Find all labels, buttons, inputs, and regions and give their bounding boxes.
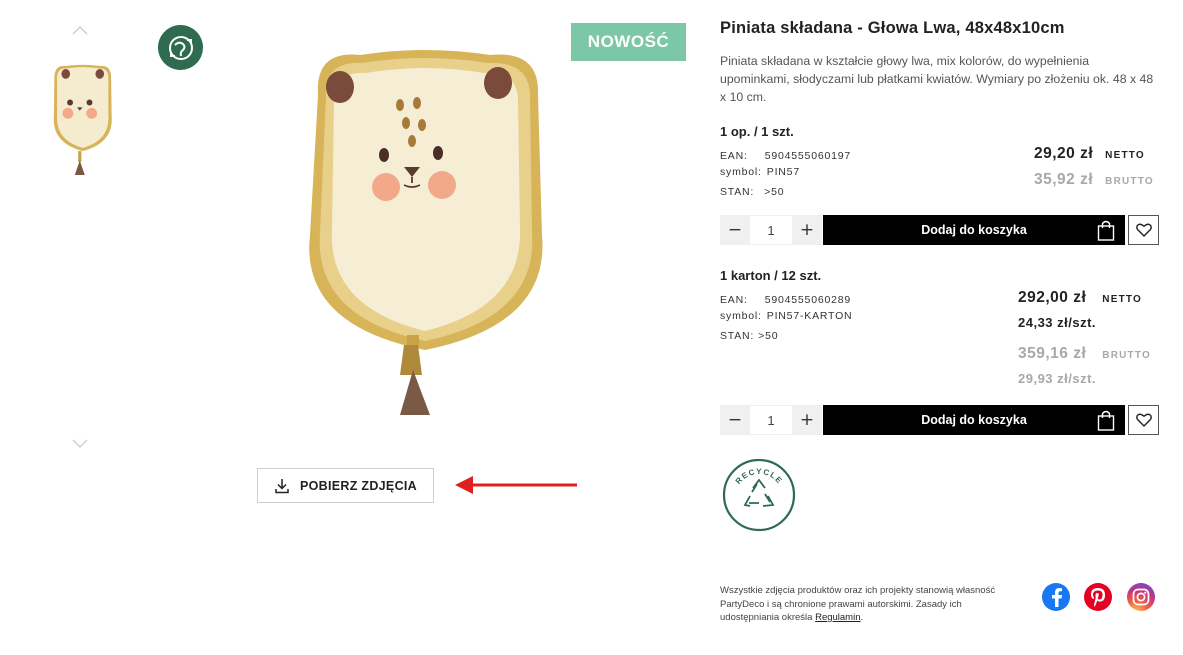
thumbnail-gallery xyxy=(40,20,122,460)
variant-2-quantity-stepper: − + xyxy=(720,405,822,435)
download-photos-label: POBIERZ ZDJĘCIA xyxy=(299,478,417,493)
add-to-cart-label: Dodaj do koszyka xyxy=(921,413,1027,427)
shopping-bag-icon xyxy=(1097,220,1115,241)
quantity-decrease-button[interactable]: − xyxy=(720,405,750,435)
stock-label: STAN: xyxy=(720,330,755,342)
variant-1-quantity-stepper: − + xyxy=(720,215,822,245)
symbol-value: PIN57-KARTON xyxy=(766,310,853,322)
variant-1-gross-price-row: 35,92 zł BRUTTO xyxy=(1034,171,1154,189)
symbol-value: PIN57 xyxy=(766,166,800,178)
download-photos-button[interactable]: POBIERZ ZDJĘCIA xyxy=(257,468,434,503)
variant-1-net-price-row: 29,20 zł NETTO xyxy=(1034,145,1145,163)
add-to-cart-label: Dodaj do koszyka xyxy=(921,223,1027,237)
product-image-lion-pinata xyxy=(309,50,543,415)
net-price: 292,00 zł xyxy=(1018,289,1087,306)
thumbnail-lion-pinata[interactable] xyxy=(45,60,119,175)
net-label: NETTO xyxy=(1105,150,1145,161)
gross-label: BRUTTO xyxy=(1105,176,1154,187)
net-price: 29,20 zł xyxy=(1034,145,1094,162)
pinterest-icon[interactable] xyxy=(1084,583,1112,611)
facebook-icon[interactable] xyxy=(1042,583,1070,611)
heart-icon xyxy=(1135,413,1152,427)
product-title: Piniata składana - Głowa Lwa, 48x48x10cm xyxy=(720,19,1065,37)
recycle-label: RECYCLE xyxy=(734,467,783,486)
variant-2-gross-price-row: 359,16 zł BRUTTO xyxy=(1018,345,1151,363)
stock-label: STAN: xyxy=(720,186,755,198)
product-description: Piniata składana w kształcie głowy lwa, … xyxy=(720,54,1154,104)
variant-2-title: 1 karton / 12 szt. xyxy=(720,268,822,283)
quantity-decrease-button[interactable]: − xyxy=(720,215,750,245)
instagram-icon[interactable] xyxy=(1127,583,1155,611)
quantity-increase-button[interactable]: + xyxy=(792,405,822,435)
wishlist-button[interactable] xyxy=(1128,405,1159,435)
add-to-cart-button[interactable]: Dodaj do koszyka xyxy=(823,215,1125,245)
gross-label: BRUTTO xyxy=(1102,350,1151,361)
variant-2-net-price-row: 292,00 zł NETTO xyxy=(1018,289,1142,307)
copyright-end: . xyxy=(860,612,864,623)
recycle-globe-icon xyxy=(158,25,203,70)
copyright-notice: Wszystkie zdjęcia produktów oraz ich pro… xyxy=(720,584,1010,625)
ean-value: 5904555060289 xyxy=(764,294,852,306)
recycle-icon: RECYCLE xyxy=(722,458,796,532)
variant-1-title: 1 op. / 1 szt. xyxy=(720,124,794,139)
chevron-up-icon[interactable] xyxy=(72,24,88,36)
variant-2-meta: EAN: 5904555060289 symbol: PIN57-KARTON ST… xyxy=(720,291,852,345)
variant-1-meta: EAN: 5904555060197 symbol: PIN57 STAN: >50 xyxy=(720,147,851,201)
terms-link[interactable]: Regulamin xyxy=(815,612,860,623)
ean-label: EAN: xyxy=(720,294,748,306)
quantity-increase-button[interactable]: + xyxy=(792,215,822,245)
stock-value: >50 xyxy=(758,330,779,342)
download-icon xyxy=(275,478,289,493)
gross-price: 359,16 zł xyxy=(1018,345,1087,362)
shopping-bag-icon xyxy=(1097,410,1115,431)
red-arrow-annotation xyxy=(455,476,577,494)
heart-icon xyxy=(1135,223,1152,237)
svg-text:RECYCLE: RECYCLE xyxy=(734,467,785,486)
quantity-input[interactable] xyxy=(750,405,792,435)
ean-value: 5904555060197 xyxy=(764,150,852,162)
stock-value: >50 xyxy=(764,186,785,198)
symbol-label: symbol: xyxy=(720,310,762,322)
ean-label: EAN: xyxy=(720,150,748,162)
add-to-cart-button[interactable]: Dodaj do koszyka xyxy=(823,405,1125,435)
wishlist-button[interactable] xyxy=(1128,215,1159,245)
net-unit-price: 24,33 zł/szt. xyxy=(1018,315,1097,330)
gross-price: 35,92 zł xyxy=(1034,171,1094,188)
quantity-input[interactable] xyxy=(750,215,792,245)
new-badge: NOWOŚĆ xyxy=(571,23,686,61)
net-label: NETTO xyxy=(1102,294,1142,305)
symbol-label: symbol: xyxy=(720,166,762,178)
chevron-down-icon[interactable] xyxy=(72,438,88,450)
gross-unit-price: 29,93 zł/szt. xyxy=(1018,371,1097,386)
